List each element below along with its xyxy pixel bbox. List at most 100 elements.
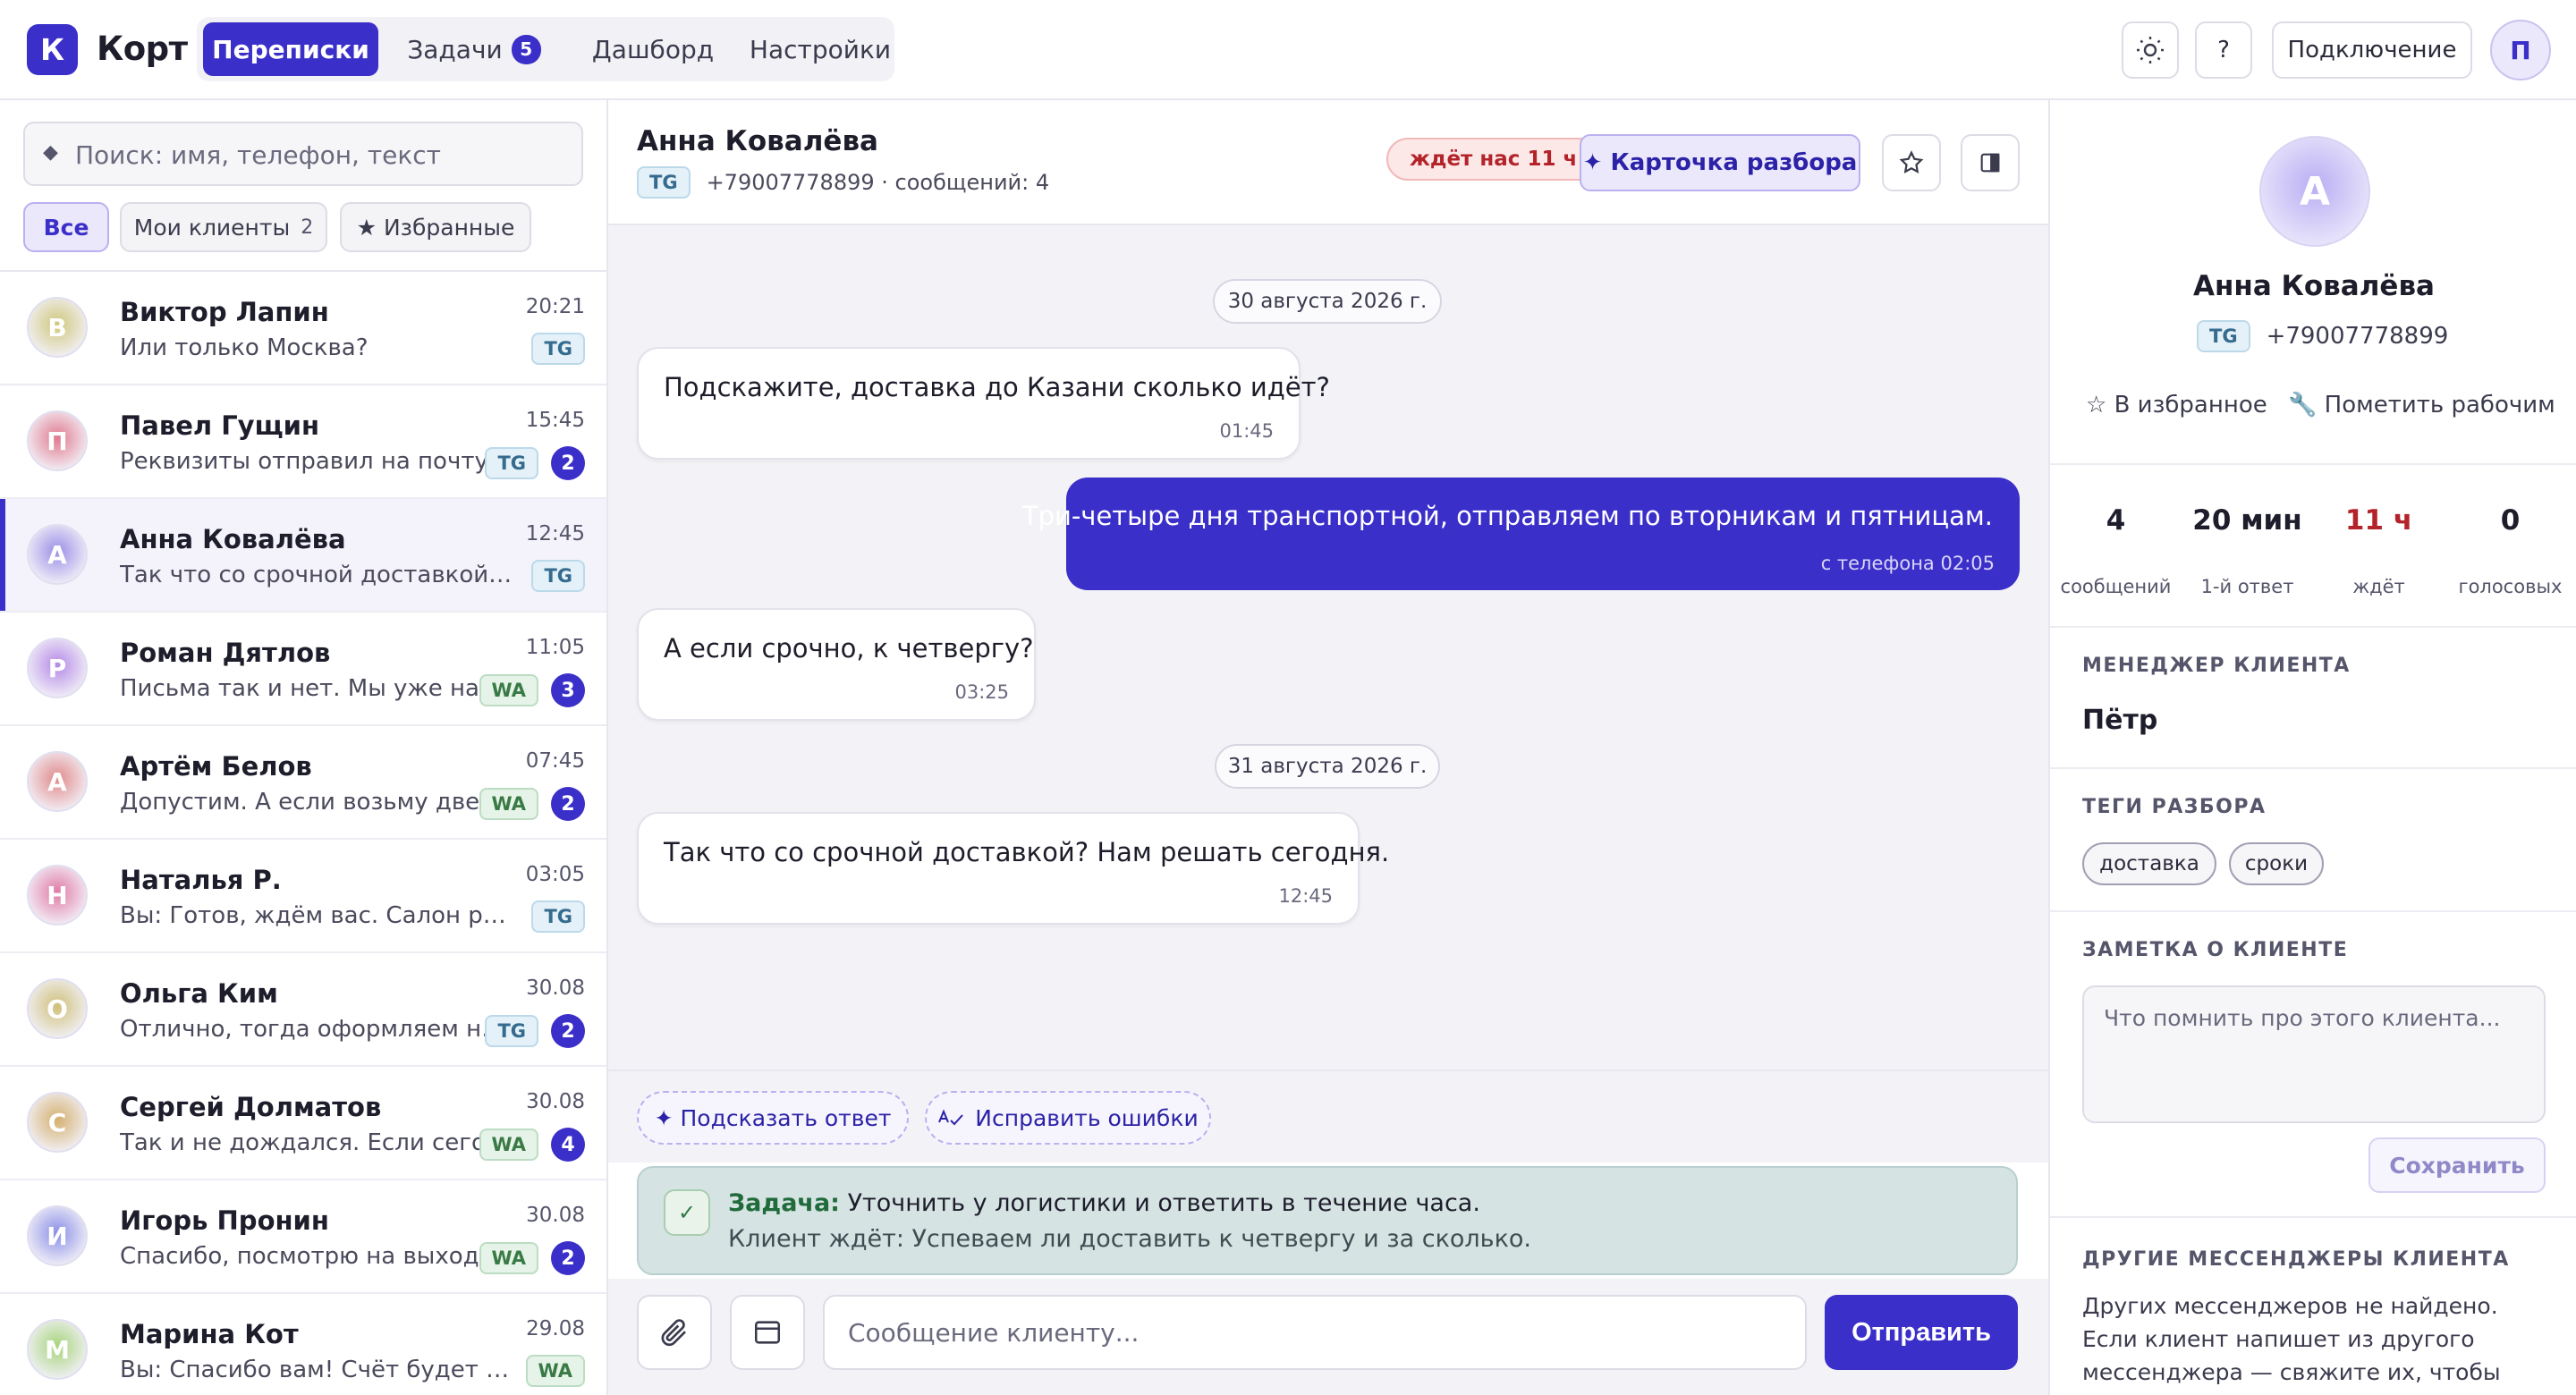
- unread-count-badge: 2: [551, 1014, 585, 1048]
- contact-item[interactable]: А Анна Ковалёва Так что со срочной доставк…: [0, 499, 606, 613]
- task-text: Уточнить у логистики и ответить в течени…: [839, 1189, 1480, 1217]
- unread-count-badge: 3: [551, 673, 585, 707]
- contact-meta: WA 2: [479, 1241, 585, 1275]
- sun-icon: [2137, 37, 2164, 63]
- contact-avatar: А: [27, 751, 88, 812]
- main-nav: Переписки Задачи 5 Дашборд Настройки: [197, 17, 894, 81]
- user-avatar[interactable]: П: [2490, 20, 2551, 80]
- message-time: 03:25: [954, 681, 1009, 703]
- message-text: Так что со срочной доставкой? Нам решать…: [664, 837, 1390, 867]
- tab-conversations[interactable]: Переписки: [203, 22, 378, 76]
- message-outgoing: Три-четыре дня транспортной, отправляем …: [1022, 478, 2020, 590]
- tab-dashboard[interactable]: Дашборд: [572, 22, 733, 76]
- favorite-button[interactable]: [1882, 134, 1941, 191]
- messenger-badge: TG: [531, 333, 585, 365]
- contact-time: 15:45: [525, 409, 585, 432]
- app-logo: К: [27, 24, 78, 75]
- add-favorite-link[interactable]: ☆ В избранное: [2086, 392, 2267, 418]
- messenger-badge: WA: [479, 1129, 538, 1161]
- message-area[interactable]: 30 августа 2026 г. Подскажите, доставка …: [608, 225, 2048, 1070]
- task-label: Задача:: [728, 1189, 840, 1217]
- contact-name: Анна Ковалёва: [120, 524, 346, 554]
- contact-name: Игорь Пронин: [120, 1205, 329, 1236]
- contact-item[interactable]: Н Наталья Р. Вы: Готов, ждём вас. Салон ра…: [0, 840, 606, 953]
- contact-name: Наталья Р.: [120, 865, 282, 895]
- tag-chip[interactable]: доставка: [2082, 842, 2216, 885]
- connect-button[interactable]: Подключение: [2272, 21, 2472, 79]
- analysis-card-button[interactable]: ✦ Карточка разбора: [1580, 134, 1860, 191]
- date-separator: 31 августа 2026 г.: [1215, 744, 1440, 789]
- contact-item[interactable]: Р Роман Дятлов Письма так и нет. Мы уже на…: [0, 613, 606, 726]
- my-clients-count: 2: [301, 216, 314, 239]
- unread-count-badge: 4: [551, 1128, 585, 1162]
- contact-item[interactable]: П Павел Гущин Реквизиты отправил на почту.…: [0, 385, 606, 499]
- contact-item[interactable]: С Сергей Долматов Так и не дождался. Если …: [0, 1067, 606, 1180]
- contact-name: Ольга Ким: [120, 978, 278, 1009]
- tab-settings[interactable]: Настройки: [733, 22, 907, 76]
- toggle-panel-button[interactable]: [1961, 134, 2020, 191]
- save-note-button[interactable]: Сохранить: [2368, 1137, 2546, 1193]
- client-note-input[interactable]: [2082, 985, 2546, 1123]
- attach-button[interactable]: [637, 1295, 712, 1370]
- tag-chip[interactable]: сроки: [2229, 842, 2324, 885]
- window-icon: [754, 1321, 781, 1344]
- contact-time: 11:05: [525, 636, 585, 659]
- filter-favorites[interactable]: ★ Избранные: [340, 202, 531, 252]
- filter-my-clients[interactable]: Мои клиенты 2: [120, 202, 327, 252]
- messenger-badge: TG: [2197, 320, 2250, 352]
- client-manager[interactable]: Пётр: [2082, 705, 2157, 736]
- messenger-badge: TG: [531, 900, 585, 933]
- contact-item[interactable]: И Игорь Пронин Спасибо, посмотрю на выходн…: [0, 1180, 606, 1294]
- contact-last-message: Письма так и нет. Мы уже начинаем волнов…: [120, 675, 513, 702]
- send-button[interactable]: Отправить: [1825, 1295, 2018, 1370]
- other-messengers-title: ДРУГИЕ МЕССЕНДЖЕРЫ КЛИЕНТА: [2082, 1248, 2510, 1271]
- assist-bar: ✦ Подсказать ответ Исправить ошибки: [608, 1070, 2048, 1162]
- theme-toggle-button[interactable]: [2122, 21, 2179, 79]
- other-messengers-text: Других мессенджеров не найдено. Если кли…: [2082, 1293, 2501, 1395]
- chat-contact-subline: +79007778899 · сообщений: 4: [706, 170, 1050, 195]
- messenger-badge: TG: [637, 166, 691, 199]
- contact-time: 30.08: [526, 976, 585, 1000]
- check-icon[interactable]: ✓: [664, 1189, 710, 1236]
- contact-item[interactable]: В Виктор Лапин Или только Москва? 20:21 TG: [0, 272, 606, 385]
- suggest-reply-button[interactable]: ✦ Подсказать ответ: [637, 1091, 909, 1145]
- contact-avatar: И: [27, 1205, 88, 1266]
- top-bar: К Корт Переписки Задачи 5 Дашборд Настрой…: [0, 0, 2576, 100]
- filter-all[interactable]: Все: [23, 202, 109, 252]
- contact-avatar: О: [27, 978, 88, 1039]
- diamond-icon: ◆: [43, 141, 58, 164]
- client-stats: 4 сообщений 20 мин 1-й ответ 11 ч ждёт 0 гол…: [2050, 463, 2576, 628]
- help-button[interactable]: ?: [2195, 21, 2252, 79]
- note-section-title: ЗАМЕТКА О КЛИЕНТЕ: [2082, 939, 2349, 961]
- contact-time: 30.08: [526, 1090, 585, 1113]
- contact-item[interactable]: М Марина Кот Вы: Спасибо вам! Счёт будет в…: [0, 1294, 606, 1395]
- mark-work-link[interactable]: 🔧 Пометить рабочим: [2288, 392, 2555, 418]
- fix-errors-button[interactable]: Исправить ошибки: [925, 1091, 1211, 1145]
- contact-meta: TG: [531, 333, 585, 365]
- search-input[interactable]: [75, 136, 567, 173]
- contact-last-message: Вы: Готов, ждём вас. Салон работает до 2…: [120, 902, 513, 929]
- conversation-sidebar: ◆ Все Мои клиенты2 ★ Избранные В Виктор Л…: [0, 100, 608, 1395]
- contact-meta: WA 4: [479, 1128, 585, 1162]
- contact-name: Артём Белов: [120, 751, 312, 782]
- tab-tasks[interactable]: Задачи 5: [385, 22, 564, 76]
- message-time: с телефона 02:05: [1820, 553, 1995, 574]
- message-incoming: А если срочно, к четвергу? 03:25: [637, 608, 1036, 721]
- contact-last-message: Так что со срочной доставкой? Нам решать…: [120, 562, 513, 588]
- contact-meta: WA: [525, 1355, 585, 1387]
- message-input[interactable]: [823, 1295, 1807, 1370]
- tags-section-title: ТЕГИ РАЗБОРА: [2082, 796, 2267, 818]
- template-button[interactable]: [730, 1295, 805, 1370]
- message-text: Подскажите, доставка до Казани сколько и…: [664, 372, 1330, 402]
- search-box: ◆: [23, 122, 583, 186]
- contact-name: Павел Гущин: [120, 410, 319, 441]
- star-icon: [1899, 150, 1924, 173]
- contact-item[interactable]: О Ольга Ким Отлично, тогда оформляем на за…: [0, 953, 606, 1067]
- contact-item[interactable]: А Артём Белов Допустим. А если возьму две …: [0, 726, 606, 840]
- contact-avatar: Н: [27, 865, 88, 926]
- contact-name: Сергей Долматов: [120, 1092, 382, 1122]
- contact-avatar: М: [27, 1319, 88, 1380]
- contact-meta: WA 2: [479, 787, 585, 821]
- contact-name: Роман Дятлов: [120, 638, 331, 668]
- contact-last-message: Отлично, тогда оформляем на завтра.: [120, 1016, 513, 1043]
